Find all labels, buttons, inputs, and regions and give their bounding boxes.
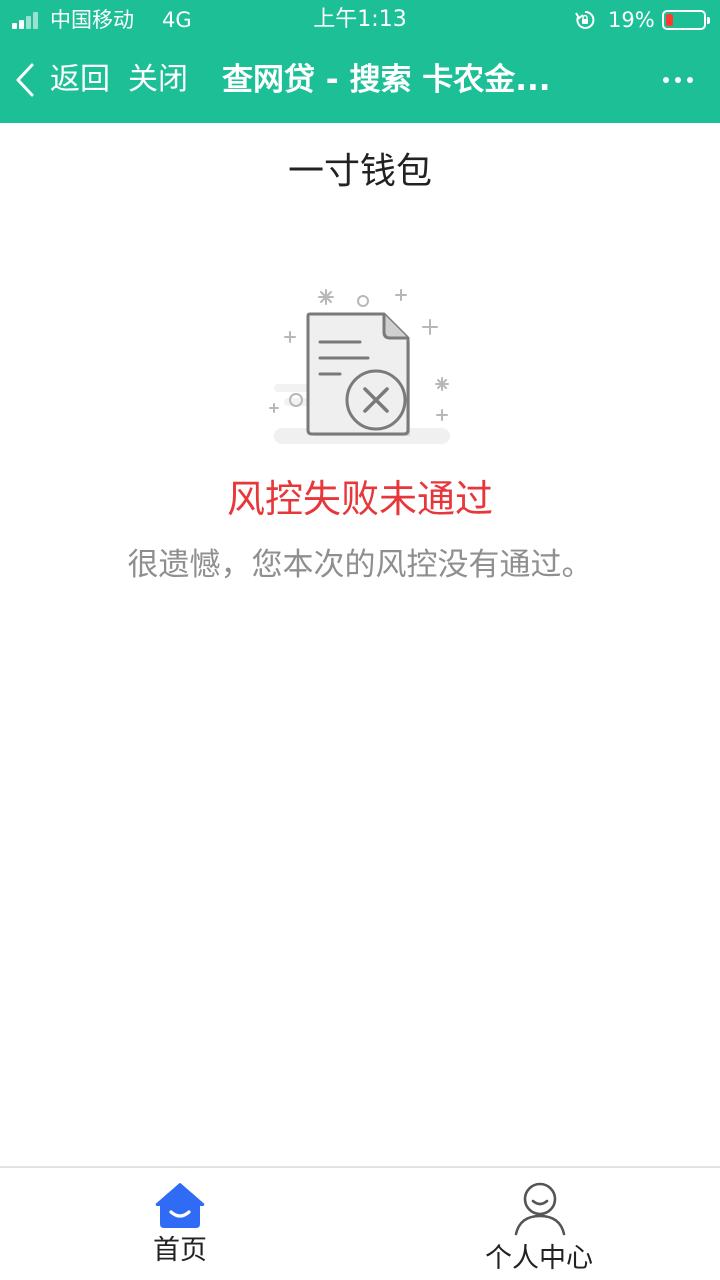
rotation-lock-icon <box>575 10 595 29</box>
header-title: 查网贷 - 搜索 卡农金... <box>222 62 551 98</box>
result-description: 很遗憾，您本次的风控没有通过。 <box>127 547 593 583</box>
tab-home-label: 首页 <box>153 1235 207 1266</box>
tab-profile[interactable]: 个人中心 <box>468 1168 610 1280</box>
user-icon <box>514 1182 566 1236</box>
status-bar: 中国移动 4G 上午1:13 19% <box>0 0 720 40</box>
tab-home[interactable]: 首页 <box>120 1168 240 1280</box>
battery-icon <box>662 10 710 30</box>
back-label: 返回 <box>50 62 110 97</box>
page-title: 一寸钱包 <box>287 151 432 192</box>
home-icon <box>155 1183 205 1228</box>
nav-bar: 返回 关闭 查网贷 - 搜索 卡农金... <box>0 40 720 123</box>
tab-bar: 首页 个人中心 <box>0 1166 720 1280</box>
close-button[interactable]: 关闭 <box>128 58 188 102</box>
result-title: 风控失败未通过 <box>226 477 493 521</box>
more-dots-icon[interactable] <box>660 70 696 90</box>
document-failed-icon <box>269 289 450 444</box>
tab-profile-label: 个人中心 <box>485 1243 593 1274</box>
back-button[interactable]: 返回 <box>14 58 110 102</box>
back-chevron-icon <box>16 63 34 97</box>
battery-percent: 19% <box>608 8 655 32</box>
